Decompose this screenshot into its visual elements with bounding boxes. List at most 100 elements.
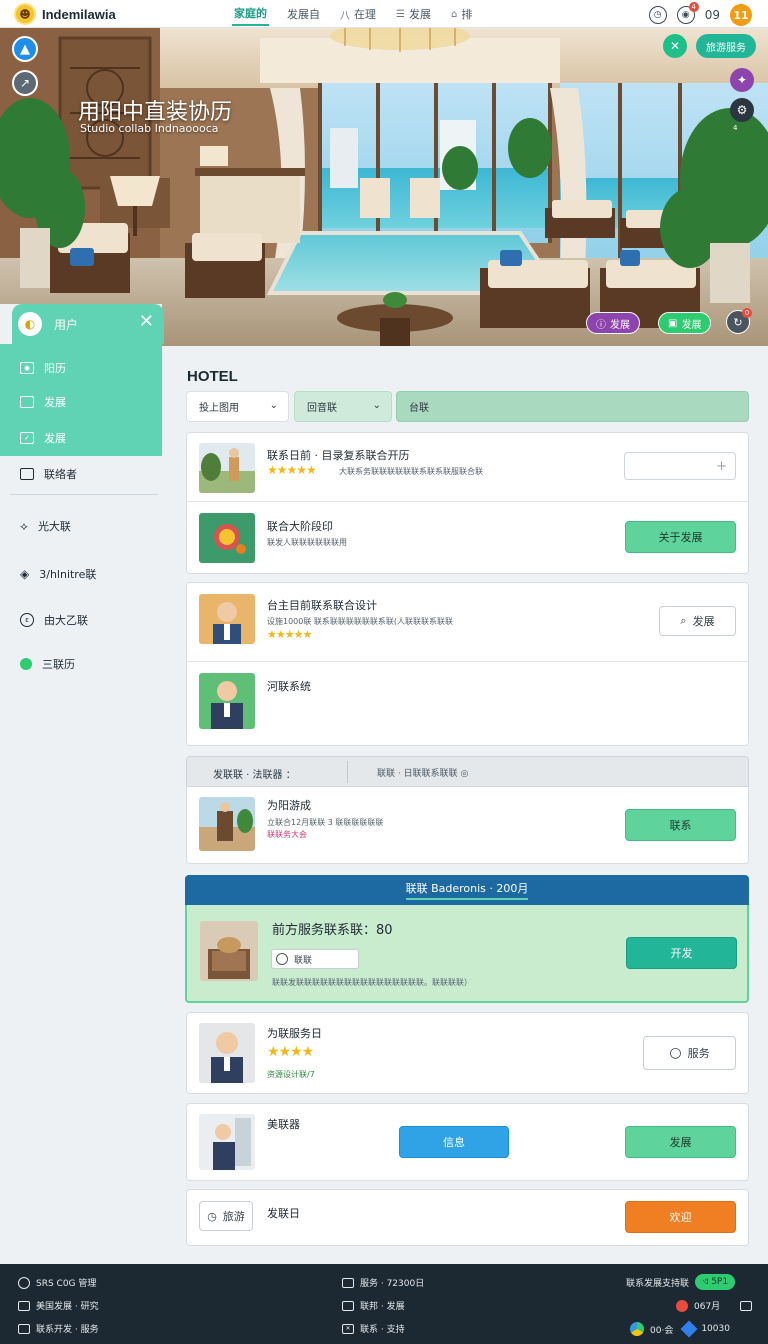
rating-stars: ★★★★★ (267, 628, 312, 641)
sidebar-divider (10, 494, 158, 495)
share-icon[interactable]: ↗ (12, 70, 38, 96)
listing-title: 台主目前联系联合设计 (267, 599, 377, 612)
notification-bell-icon[interactable]: ◉ 4 (676, 2, 699, 24)
sidebar-item-online[interactable]: ◈ 3/hlnitre联 (20, 566, 96, 582)
listing-title: 联合大阶段印 (267, 520, 333, 533)
chevron-down-icon: ⌄ (269, 400, 278, 411)
nav-tab-progress[interactable]: ☰ 发展 (394, 5, 433, 26)
listing-card-6: ◷ 旅游 发联日 欢迎 (186, 1189, 749, 1246)
table-row[interactable]: 台主目前联系联合设计 设施1000联 联系联联联联联联系联(人联联联系联联 ★★… (187, 583, 748, 661)
tools-icon[interactable]: ⚙ (730, 98, 754, 122)
scroll-up-icon[interactable]: ▲ (12, 36, 38, 62)
table-row[interactable]: ◷ 旅游 发联日 欢迎 (187, 1190, 748, 1247)
magic-wand-icon[interactable]: ✦ (730, 68, 754, 92)
contact-button[interactable]: 联系 (625, 809, 736, 841)
table-row[interactable]: 为联服务日 ★★★★ 资源设计联/7 ○ 服务 (187, 1013, 748, 1095)
develop-button[interactable]: 发展 (625, 1126, 736, 1158)
table-row[interactable]: 河联系统 (187, 662, 748, 746)
sidebar-item-region[interactable]: ε 由大乙联 (20, 612, 88, 628)
featured-description: 联联发联联联联联联联联联联联联联联联联。联联联联） (272, 978, 472, 987)
featured-tag[interactable]: 联联 (271, 949, 359, 969)
featured-card[interactable]: 前方服务联系联：80 联联 联联发联联联联联联联联联联联联联联联联。联联联联） … (185, 905, 749, 1003)
listing-thumbnail (199, 1023, 255, 1083)
brand-logo-icon: ☻ (14, 3, 36, 25)
search-icon: ⌕ (680, 614, 687, 627)
timer-icon: ◷ (207, 1209, 217, 1223)
listing-title: 为阳游成 (267, 799, 311, 812)
sidebar: ◐ 用户 ✕ ◉ 阳历 发展 ✓ 发展 联络者 ⟡ 光大联 ◈ 3/hlnitre联 ε… (0, 304, 164, 1260)
footer-support[interactable]: 联系发展支持联 ଏ 5P1 (626, 1274, 736, 1290)
nav-tab-development[interactable]: 发展自 (285, 5, 322, 26)
table-row[interactable]: 联合大阶段印 联发人联联联联联联用 关于发展 (187, 502, 748, 574)
filter-dropdown-1[interactable]: 投上图用 ⌄ (186, 391, 289, 422)
hotel-lobby-image (0, 28, 768, 346)
top-bar: ☻ Indemilawia 家庭的 发展自 八在理 ☰ 发展 ⌂ 排 ◷ ◉ 4 09… (0, 0, 768, 28)
filter-dropdown-2[interactable]: 回音联 ⌄ (294, 391, 392, 422)
butterfly-icon[interactable]: ✕ (663, 34, 687, 58)
footer-stats[interactable]: 00·会 10030 (630, 1320, 730, 1338)
sidebar-title: 用户 (54, 317, 79, 332)
search-button[interactable]: ⌕ 发展 (659, 606, 736, 636)
listing-title: 联系日前 · 目录复系联合开历 (267, 449, 410, 462)
hero-service-pill[interactable]: 旅游服务 (696, 34, 756, 58)
calendar-icon (342, 1277, 354, 1288)
page-title: HOTEL (187, 368, 238, 385)
about-button[interactable]: 关于发展 (625, 521, 736, 553)
filter-search-bar[interactable]: 台联 (396, 391, 749, 422)
sidebar-item-status[interactable]: 三联历 (20, 656, 75, 672)
add-input[interactable]: + (624, 452, 736, 480)
footer-link[interactable]: ✕ 联系 · 支持 (342, 1322, 405, 1335)
orange-counter-badge[interactable]: 11 (730, 4, 752, 26)
user-count: 09 (704, 8, 720, 22)
listing-card-3: 为阳游成 立联合12月联联 3 联联联联联联 联联务大会 联系 (186, 787, 749, 864)
hero-banner: ▲ ↗ 用阳中直装协历 Studio collab Indnaoooca ✕ 旅… (0, 28, 768, 346)
settings-icon (18, 1276, 30, 1289)
listing-title: 美联器 (267, 1118, 300, 1131)
nav-tab-home[interactable]: 家庭的 (232, 5, 269, 26)
footer-status[interactable]: 067月 (676, 1299, 753, 1312)
hero-green-pill[interactable]: ▣ 发展 (658, 312, 712, 334)
service-button[interactable]: ○ 服务 (643, 1036, 736, 1070)
refresh-icon[interactable]: ↻ 0 (726, 308, 752, 334)
table-row[interactable]: 为阳游成 立联合12月联联 3 联联联联联联 联联务大会 联系 (187, 787, 748, 864)
refresh-badge: 0 (742, 308, 752, 318)
top-nav: 家庭的 发展自 八在理 ☰ 发展 ⌂ 排 (232, 5, 474, 26)
footer-link[interactable]: 联系开发 · 服务 (18, 1322, 99, 1335)
listing-title: 河联系统 (267, 680, 311, 693)
support-pill: ଏ 5P1 (695, 1274, 736, 1290)
sidebar-active-group: ◉ 阳历 发展 ✓ 发展 (0, 344, 162, 456)
home-icon: ⌂ (450, 8, 458, 20)
list-icon (18, 1323, 30, 1334)
subheader-left: 发联联 · 法联器 ： (213, 770, 296, 781)
nav-tab-rank[interactable]: ⌂ 排 (449, 5, 474, 26)
shield-icon: ◈ (20, 567, 30, 581)
sidebar-item-calendar[interactable]: ◉ 阳历 (20, 360, 66, 376)
listing-card-1: 联系日前 · 目录复系联合开历 ★★★★★ 大联系务联联联联联联系联系联服联合联… (186, 432, 749, 574)
hero-purple-pill[interactable]: ⓘ 发展 (586, 312, 640, 334)
info-button[interactable]: 信息 (399, 1126, 509, 1158)
sidebar-item-contacts[interactable]: 联络者 (20, 466, 77, 482)
chat-icon: ▣ (668, 317, 678, 329)
footer-link[interactable]: 服务 · 72300日 (342, 1276, 424, 1289)
top-right-tools: ◷ ◉ 4 09 11 (648, 2, 752, 26)
tour-tag-button[interactable]: ◷ 旅游 (199, 1201, 253, 1231)
table-row[interactable]: 美联器 信息 发展 (187, 1104, 748, 1182)
listing-card-2: 台主目前联系联合设计 设施1000联 联系联联联联联联系联(人联联联系联联 ★★… (186, 582, 749, 746)
footer-link[interactable]: 联邦 · 发展 (342, 1299, 405, 1312)
sidebar-item-progress[interactable]: ✓ 发展 (20, 430, 66, 446)
featured-develop-button[interactable]: 开发 (626, 937, 737, 969)
listing-title: 为联服务日 (267, 1027, 322, 1040)
nav-tab-management[interactable]: 八在理 (338, 5, 378, 26)
folder-icon (20, 468, 34, 480)
sidebar-item-development[interactable]: 发展 (20, 394, 66, 410)
table-row[interactable]: 联系日前 · 目录复系联合开历 ★★★★★ 大联系务联联联联联联系联系联服联合联… (187, 433, 748, 501)
footer-link[interactable]: 美国发展 · 研究 (18, 1299, 99, 1312)
close-icon[interactable]: ✕ (139, 312, 154, 332)
welcome-button[interactable]: 欢迎 (625, 1201, 736, 1233)
footer-link[interactable]: SRS C0G 管理 (18, 1276, 96, 1289)
listing-description: 联发人联联联联联联用 (267, 538, 347, 547)
listing-description: 资源设计联/7 (267, 1070, 315, 1079)
brand[interactable]: ☻ Indemilawia (14, 3, 116, 25)
clock-icon[interactable]: ◷ (648, 6, 667, 24)
sidebar-item-light[interactable]: ⟡ 光大联 (20, 518, 71, 534)
